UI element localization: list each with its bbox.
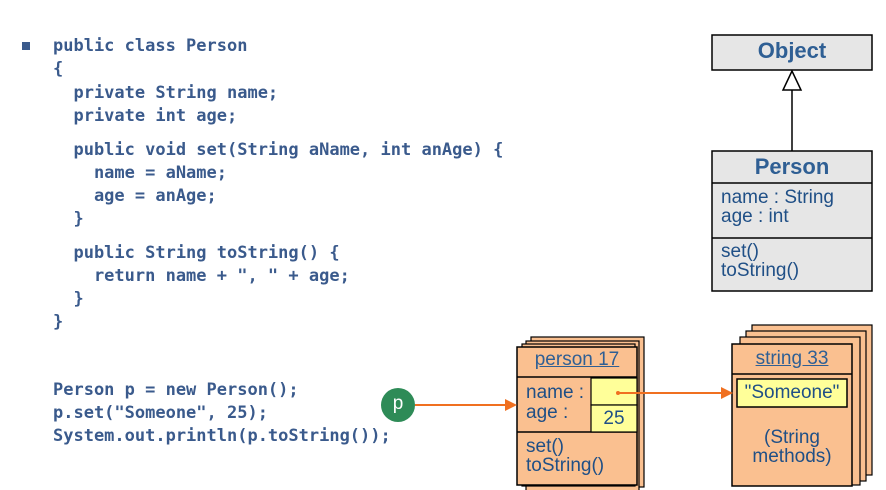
person-instance-title: person 17 bbox=[534, 349, 620, 370]
string-methods-line-2: methods) bbox=[752, 446, 832, 467]
uml-method-set: set() bbox=[721, 241, 759, 262]
name-ref-arrow-head bbox=[721, 387, 733, 399]
person-field-name: name : bbox=[526, 382, 585, 403]
uml-person-title: Person bbox=[754, 154, 830, 179]
uml-object-title: Object bbox=[757, 38, 827, 63]
person-field-age: age : bbox=[526, 402, 569, 423]
uml-method-tostring: toString() bbox=[721, 260, 800, 281]
ref-arrow-head bbox=[505, 399, 517, 411]
person-method-tostring: toString() bbox=[526, 455, 605, 476]
reference-p-label: p bbox=[392, 393, 404, 414]
string-methods-line-1: (String bbox=[764, 427, 820, 448]
string-instance-title: string 33 bbox=[755, 348, 829, 369]
name-value-cell bbox=[590, 377, 638, 406]
string-value: "Someone" bbox=[744, 382, 840, 403]
uml-attribute-name: name : String bbox=[721, 187, 834, 208]
inheritance-arrowhead bbox=[781, 69, 803, 91]
person-method-set: set() bbox=[526, 436, 564, 457]
uml-attribute-age: age : int bbox=[721, 206, 789, 227]
age-value: 25 bbox=[603, 408, 625, 429]
